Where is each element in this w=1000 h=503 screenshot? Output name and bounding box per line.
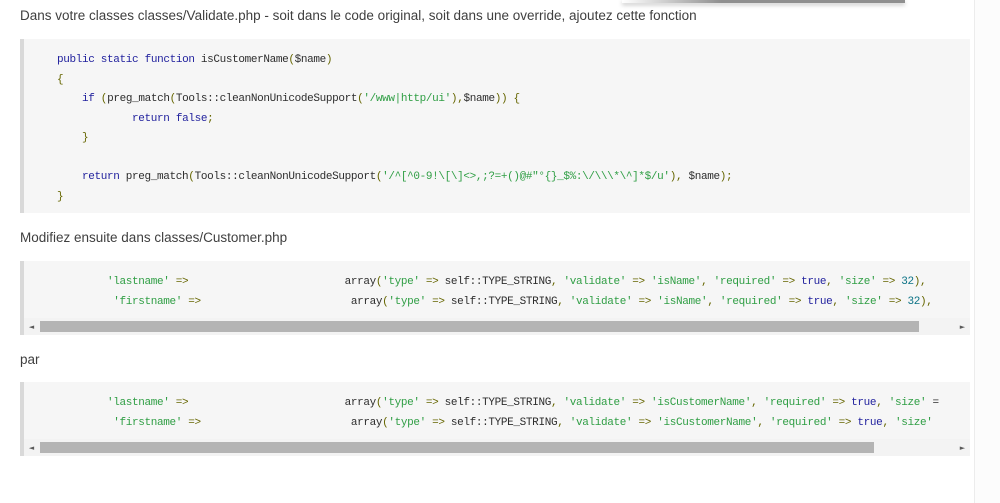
horizontal-scrollbar[interactable]: ◄ ► [24, 439, 970, 456]
forum-post-content: Dans votre classes classes/Validate.php … [0, 0, 975, 456]
scroll-left-arrow-icon[interactable]: ◄ [24, 318, 39, 335]
code-block-validate-php[interactable]: public static function isCustomerName($n… [20, 39, 970, 213]
scrollbar-track[interactable] [39, 439, 955, 456]
code-line: return false; [132, 112, 214, 125]
code-content-customer-after: 'lastname' => array('type' => self::TYPE… [24, 382, 970, 439]
code-content-customer-before: 'lastname' => array('type' => self::TYPE… [24, 261, 970, 318]
code-line: 'firstname' => array('type' => self::TYP… [113, 416, 933, 429]
instruction-text-customer: Modifiez ensuite dans classes/Customer.p… [20, 230, 288, 245]
code-line: return preg_match(Tools::cleanNonUnicode… [82, 171, 733, 183]
code-line: { [57, 73, 64, 86]
instruction-text-validate: Dans votre classes classes/Validate.php … [20, 8, 697, 23]
code-line: if (preg_match(Tools::cleanNonUnicodeSup… [82, 93, 520, 105]
code-line: } [82, 132, 89, 144]
scroll-right-arrow-icon[interactable]: ► [955, 318, 970, 335]
horizontal-scrollbar[interactable]: ◄ ► [24, 318, 970, 335]
scrollbar-thumb[interactable] [40, 442, 874, 453]
code-block-customer-after[interactable]: 'lastname' => array('type' => self::TYPE… [20, 382, 970, 456]
code-content-validate: public static function isCustomerName($n… [24, 39, 970, 213]
instruction-text-par: par [20, 352, 40, 367]
code-line: public static function isCustomerName($n… [57, 54, 333, 66]
code-line: 'lastname' => array('type' => self::TYPE… [107, 397, 939, 409]
scroll-left-arrow-icon[interactable]: ◄ [24, 439, 39, 456]
code-block-customer-before[interactable]: 'lastname' => array('type' => self::TYPE… [20, 261, 970, 335]
content-right-border [974, 0, 1000, 503]
scroll-right-arrow-icon[interactable]: ► [955, 439, 970, 456]
code-line: } [57, 190, 64, 203]
code-line: 'firstname' => array('type' => self::TYP… [113, 295, 933, 308]
code-line: 'lastname' => array('type' => self::TYPE… [107, 276, 927, 288]
scrollbar-track[interactable] [39, 318, 955, 335]
scrollbar-thumb[interactable] [40, 321, 920, 332]
